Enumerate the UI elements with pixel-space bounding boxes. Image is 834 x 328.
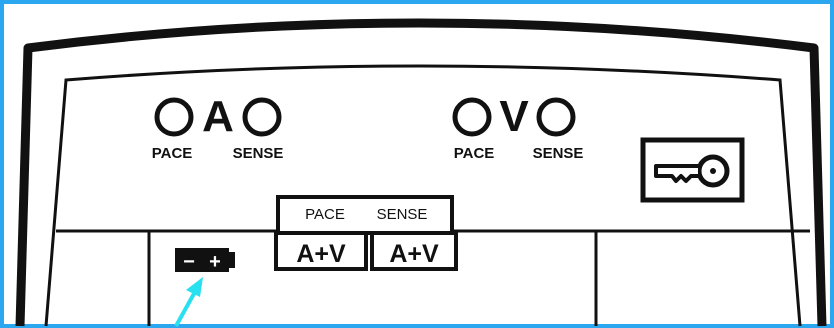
battery-minus: − bbox=[183, 251, 195, 273]
key-lock-box bbox=[640, 137, 745, 203]
ventricular-sense-light bbox=[536, 97, 576, 137]
atrial-pace-label: PACE bbox=[152, 145, 193, 162]
ventricular-letter: V bbox=[499, 92, 529, 141]
atrial-letter: A bbox=[202, 92, 234, 141]
atrial-sense-light bbox=[242, 97, 282, 137]
battery-terminal bbox=[229, 252, 235, 268]
ventricular-sense-label: SENSE bbox=[533, 145, 584, 162]
mode-pace-value: A+V bbox=[296, 240, 346, 268]
mode-box: PACE SENSE A+V A+V bbox=[274, 195, 458, 271]
device-diagram-svg: A PACE SENSE V PACE SENSE PACE SENSE A+V… bbox=[0, 0, 834, 328]
mode-pace-header: PACE bbox=[305, 206, 345, 223]
battery-icon: − + bbox=[175, 248, 235, 273]
ventricular-pace-light bbox=[452, 97, 492, 137]
ventricular-pace-label: PACE bbox=[454, 145, 495, 162]
mode-sense-header: SENSE bbox=[377, 206, 428, 223]
atrial-pace-light bbox=[154, 97, 194, 137]
atrial-sense-label: SENSE bbox=[233, 145, 284, 162]
battery-plus: + bbox=[209, 251, 221, 273]
device-screen-diagram: A PACE SENSE V PACE SENSE PACE SENSE A+V… bbox=[0, 0, 834, 328]
mode-sense-value: A+V bbox=[389, 240, 439, 268]
